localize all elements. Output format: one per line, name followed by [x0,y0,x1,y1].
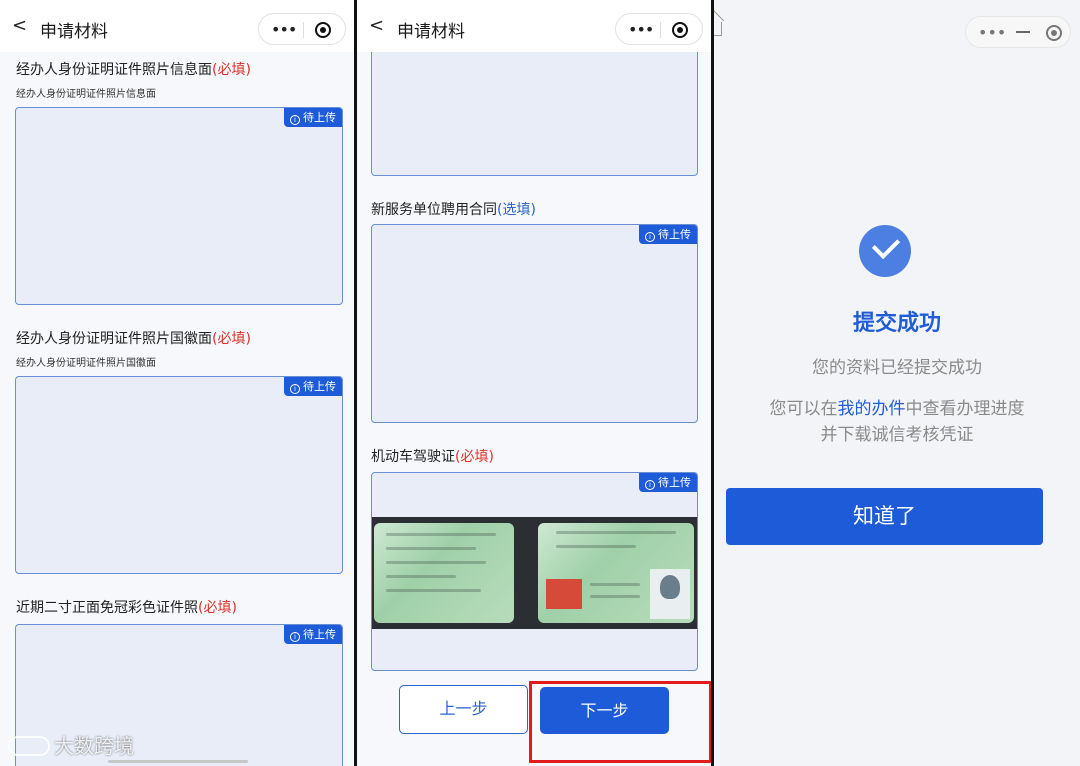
miniprogram-capsule: ••• [615,13,703,45]
watermark-text: 大数跨境 [54,734,134,758]
field-subtitle: 经办人身份证明证件照片国徽面 [16,358,156,369]
my-cases-link[interactable]: 我的办件 [838,399,906,419]
screen-upload-part1: < 申请材料 ••• 经办人身份证明证件照片信息面(必填) 经办人身份证明证件照… [0,0,354,766]
required-tag: (必填) [455,449,494,465]
highlight-annotation [529,681,711,763]
more-icon[interactable]: ••• [271,20,297,39]
watermark-logo-icon [8,736,50,756]
badge-label: 待上传 [658,228,691,241]
download-hint: 并下载诚信考核凭证 [820,425,974,445]
back-icon[interactable]: < [12,16,32,36]
nav-bar: < 申请材料 ••• [357,0,711,52]
badge-label: 待上传 [303,628,336,641]
field-label: 新服务单位聘用合同 [371,202,497,218]
success-check-icon [859,225,911,277]
upload-box-driver-license[interactable]: i 待上传 [371,472,698,671]
page-title: 申请材料 [397,22,465,42]
field-title-id-front: 经办人身份证明证件照片信息面(必填) [16,59,251,79]
page-title: 申请材料 [40,22,108,42]
info-icon: i [645,480,655,490]
hint-text: 中查看办理进度 [905,399,1025,419]
close-miniprogram-icon[interactable] [315,22,331,38]
required-tag: (必填) [212,62,251,78]
capsule-divider [660,22,661,38]
watermark: 大数跨境 [8,730,134,759]
badge-label: 待上传 [303,380,336,393]
field-title-id-back: 经办人身份证明证件照片国徽面(必填) [16,328,251,348]
driver-license-photo [372,517,697,629]
back-icon[interactable]: < [369,16,389,36]
license-card-right [538,523,694,623]
required-tag: (必填) [198,600,237,616]
badge-label: 待上传 [658,476,691,489]
close-miniprogram-icon[interactable] [672,22,688,38]
field-label: 机动车驾驶证 [371,449,455,465]
got-it-button[interactable]: 知道了 [726,488,1043,545]
minimize-icon[interactable] [1016,31,1030,33]
upload-box-contract[interactable]: i 待上传 [371,224,698,423]
field-label: 近期二寸正面免冠彩色证件照 [16,600,198,616]
field-label: 经办人身份证明证件照片信息面 [16,62,212,78]
nav-bar: < 申请材料 ••• [0,0,354,52]
more-icon[interactable]: ••• [978,23,1006,42]
field-title-contract: 新服务单位聘用合同(选填) [371,199,536,219]
screen-submit-success: ••• 提交成功 您的资料已经提交成功 您可以在我的办件中查看办理进度 并下载诚… [714,0,1080,766]
close-miniprogram-icon[interactable] [1046,25,1062,41]
badge-label: 待上传 [303,111,336,124]
info-icon: i [290,115,300,125]
info-icon: i [290,384,300,394]
scroll-indicator [108,760,248,763]
success-title: 提交成功 [852,311,941,336]
status-badge: i 待上传 [284,625,342,644]
status-badge: i 待上传 [639,473,697,492]
field-title-photo: 近期二寸正面免冠彩色证件照(必填) [16,597,237,617]
home-icon[interactable] [714,22,722,36]
license-card-left [374,523,514,623]
optional-tag: (选填) [497,202,536,218]
status-badge: i 待上传 [284,377,342,396]
screen-upload-part2: < 申请材料 ••• 新服务单位聘用合同(选填) i 待上传 机动车驾驶证(必填)… [357,0,711,766]
info-icon: i [645,232,655,242]
success-message: 您的资料已经提交成功 [812,358,982,378]
miniprogram-capsule: ••• [258,13,346,45]
status-badge: i 待上传 [639,225,697,244]
required-tag: (必填) [212,331,251,347]
progress-hint: 您可以在我的办件中查看办理进度 [714,394,1080,419]
hint-text: 您可以在 [769,399,838,419]
upload-box-id-back[interactable]: i 待上传 [15,376,343,574]
field-label: 经办人身份证明证件照片国徽面 [16,331,212,347]
field-subtitle: 经办人身份证明证件照片信息面 [16,89,156,100]
capsule-divider [303,22,304,38]
upload-box-id-front[interactable]: i 待上传 [15,107,343,305]
field-title-driver-license: 机动车驾驶证(必填) [371,446,494,466]
info-icon: i [290,632,300,642]
status-badge: i 待上传 [284,108,342,127]
miniprogram-capsule: ••• [965,16,1071,48]
more-icon[interactable]: ••• [628,20,654,39]
previous-step-button[interactable]: 上一步 [399,685,528,734]
